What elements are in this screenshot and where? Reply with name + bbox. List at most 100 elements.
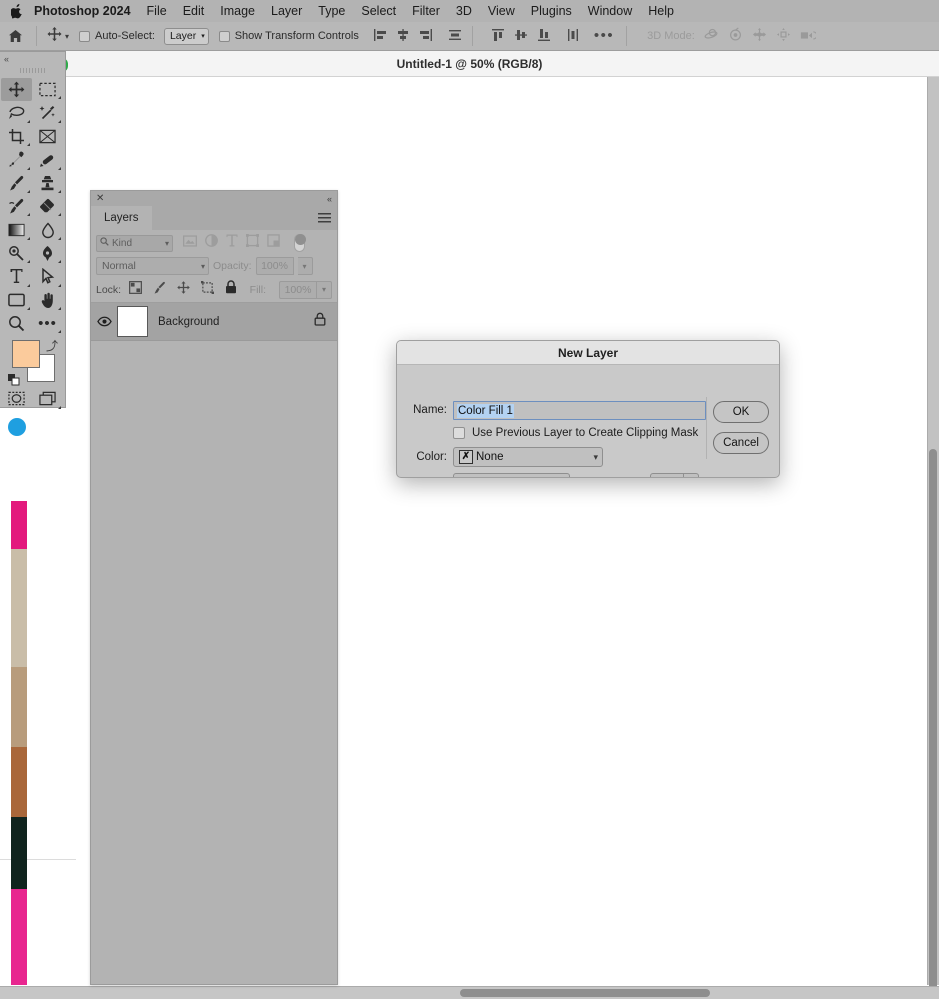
align-top-edges-icon[interactable] bbox=[491, 28, 505, 45]
clipping-mask-checkbox[interactable] bbox=[453, 427, 465, 439]
cancel-button[interactable]: Cancel bbox=[713, 432, 769, 454]
type-tool[interactable] bbox=[1, 265, 32, 288]
table-row[interactable]: Background bbox=[91, 303, 337, 341]
menu-item-edit[interactable]: Edit bbox=[183, 4, 205, 18]
rectangle-tool[interactable] bbox=[1, 289, 32, 312]
clone-stamp-tool[interactable] bbox=[32, 172, 63, 195]
canvas-vertical-scrollbar[interactable] bbox=[927, 77, 939, 999]
canvas-vertical-scrollbar-thumb[interactable] bbox=[929, 449, 937, 999]
pen-tool[interactable] bbox=[32, 242, 63, 265]
move-tool[interactable] bbox=[1, 78, 32, 102]
menu-item-filter[interactable]: Filter bbox=[412, 4, 440, 18]
auto-select-dropdown[interactable]: Layer ▾ bbox=[163, 27, 209, 45]
document-title[interactable]: Untitled-1 @ 50% (RGB/8) bbox=[397, 57, 543, 71]
orbit-3d-icon[interactable] bbox=[704, 27, 719, 45]
show-transform-checkbox[interactable] bbox=[218, 30, 230, 42]
distribute-vertically-icon[interactable] bbox=[566, 28, 580, 45]
filter-enable-toggle[interactable] bbox=[294, 234, 306, 252]
path-selection-tool[interactable] bbox=[32, 265, 63, 288]
menu-item-file[interactable]: File bbox=[147, 4, 167, 18]
menu-item-image[interactable]: Image bbox=[220, 4, 255, 18]
filter-pixel-icon[interactable] bbox=[182, 234, 198, 252]
lock-position-icon[interactable] bbox=[177, 280, 190, 299]
filter-type-icon[interactable] bbox=[226, 234, 238, 252]
frame-tool[interactable] bbox=[32, 125, 63, 148]
opacity-stepper[interactable]: ▾ bbox=[297, 257, 313, 275]
eye-icon[interactable] bbox=[91, 316, 117, 327]
canvas-horizontal-scrollbar-thumb[interactable] bbox=[460, 989, 710, 997]
ok-button[interactable]: OK bbox=[713, 401, 769, 423]
layer-color-dropdown[interactable]: ✗ None ▾ bbox=[453, 447, 603, 467]
menu-item-type[interactable]: Type bbox=[318, 4, 345, 18]
quick-mask-icon[interactable] bbox=[1, 387, 32, 410]
blend-mode-dropdown[interactable]: Normal ▾ bbox=[453, 473, 570, 477]
layer-name-input[interactable]: Color Fill 1 bbox=[453, 401, 706, 420]
opacity-input[interactable]: 100 bbox=[650, 473, 684, 477]
menu-item-view[interactable]: View bbox=[488, 4, 515, 18]
clipping-mask-row[interactable]: Use Previous Layer to Create Clipping Ma… bbox=[453, 427, 698, 439]
filter-smartobject-icon[interactable] bbox=[267, 234, 280, 252]
move-tool-icon[interactable] bbox=[47, 27, 62, 45]
lock-artboard-nesting-icon[interactable] bbox=[201, 280, 215, 299]
filter-adjustment-icon[interactable] bbox=[205, 234, 218, 252]
menu-item-layer[interactable]: Layer bbox=[271, 4, 302, 18]
brush-tool[interactable] bbox=[1, 172, 32, 195]
distribute-horizontally-icon[interactable] bbox=[448, 28, 462, 45]
chevron-down-icon[interactable]: ▾ bbox=[65, 32, 69, 41]
opacity-stepper[interactable]: ▾ bbox=[684, 473, 699, 477]
menu-item-window[interactable]: Window bbox=[588, 4, 632, 18]
swap-colors-icon[interactable]: ⤴ bbox=[46, 337, 58, 354]
lasso-tool[interactable] bbox=[1, 101, 32, 124]
spot-healing-brush-tool[interactable] bbox=[32, 148, 63, 171]
auto-select-checkbox[interactable] bbox=[79, 30, 91, 42]
blend-mode-dropdown[interactable]: Normal ▾ bbox=[96, 257, 209, 275]
layer-thumbnail[interactable] bbox=[117, 306, 148, 337]
align-horizontal-centers-icon[interactable] bbox=[396, 28, 410, 45]
collapse-panel-icon[interactable]: « bbox=[327, 194, 332, 204]
slide-3d-icon[interactable] bbox=[776, 27, 791, 45]
more-options-icon[interactable]: ••• bbox=[594, 28, 614, 43]
dodge-tool[interactable] bbox=[1, 242, 32, 265]
panel-menu-icon[interactable] bbox=[318, 213, 331, 223]
opacity-value[interactable]: 100% bbox=[255, 257, 294, 275]
lock-image-pixels-icon[interactable] bbox=[153, 281, 166, 299]
lock-transparent-pixels-icon[interactable] bbox=[129, 280, 143, 299]
menu-item-help[interactable]: Help bbox=[648, 4, 674, 18]
align-bottom-edges-icon[interactable] bbox=[537, 28, 551, 45]
edit-toolbar-tool[interactable]: ••• bbox=[32, 312, 63, 335]
default-colors-icon[interactable] bbox=[8, 373, 20, 386]
collapse-panel-icon[interactable]: « bbox=[0, 52, 65, 65]
tools-palette-grip[interactable] bbox=[0, 65, 65, 76]
fill-stepper[interactable]: ▾ bbox=[317, 280, 332, 299]
camera-3d-icon[interactable] bbox=[800, 28, 818, 45]
hand-tool[interactable] bbox=[32, 289, 63, 312]
foreground-color-swatch[interactable] bbox=[12, 340, 40, 369]
history-brush-tool[interactable] bbox=[1, 195, 32, 218]
filter-shape-icon[interactable] bbox=[246, 234, 259, 252]
roll-3d-icon[interactable] bbox=[728, 27, 743, 45]
screen-mode-icon[interactable] bbox=[32, 387, 63, 410]
rectangular-marquee-tool[interactable] bbox=[32, 78, 63, 101]
zoom-tool[interactable] bbox=[1, 312, 32, 335]
apple-logo-icon[interactable] bbox=[10, 3, 24, 19]
object-selection-tool[interactable] bbox=[32, 101, 63, 124]
gradient-tool[interactable] bbox=[1, 218, 32, 241]
eraser-tool[interactable] bbox=[32, 195, 63, 218]
lock-all-icon[interactable] bbox=[225, 280, 237, 299]
blur-tool[interactable] bbox=[32, 218, 63, 241]
crop-tool[interactable] bbox=[1, 125, 32, 148]
canvas-horizontal-scrollbar[interactable] bbox=[0, 986, 939, 999]
align-left-edges-icon[interactable] bbox=[373, 28, 387, 45]
home-icon[interactable] bbox=[0, 29, 30, 43]
layer-filter-kind-dropdown[interactable]: Kind ▾ bbox=[96, 234, 173, 252]
fill-value[interactable]: 100% bbox=[279, 280, 317, 299]
eyedropper-tool[interactable] bbox=[1, 148, 32, 171]
menu-item-plugins[interactable]: Plugins bbox=[531, 4, 572, 18]
pan-3d-icon[interactable] bbox=[752, 27, 767, 45]
close-icon[interactable]: ✕ bbox=[96, 193, 104, 204]
menu-item-select[interactable]: Select bbox=[361, 4, 396, 18]
align-vertical-centers-icon[interactable] bbox=[514, 28, 528, 45]
tab-layers[interactable]: Layers bbox=[91, 206, 152, 230]
align-right-edges-icon[interactable] bbox=[419, 28, 433, 45]
menu-item-3d[interactable]: 3D bbox=[456, 4, 472, 18]
